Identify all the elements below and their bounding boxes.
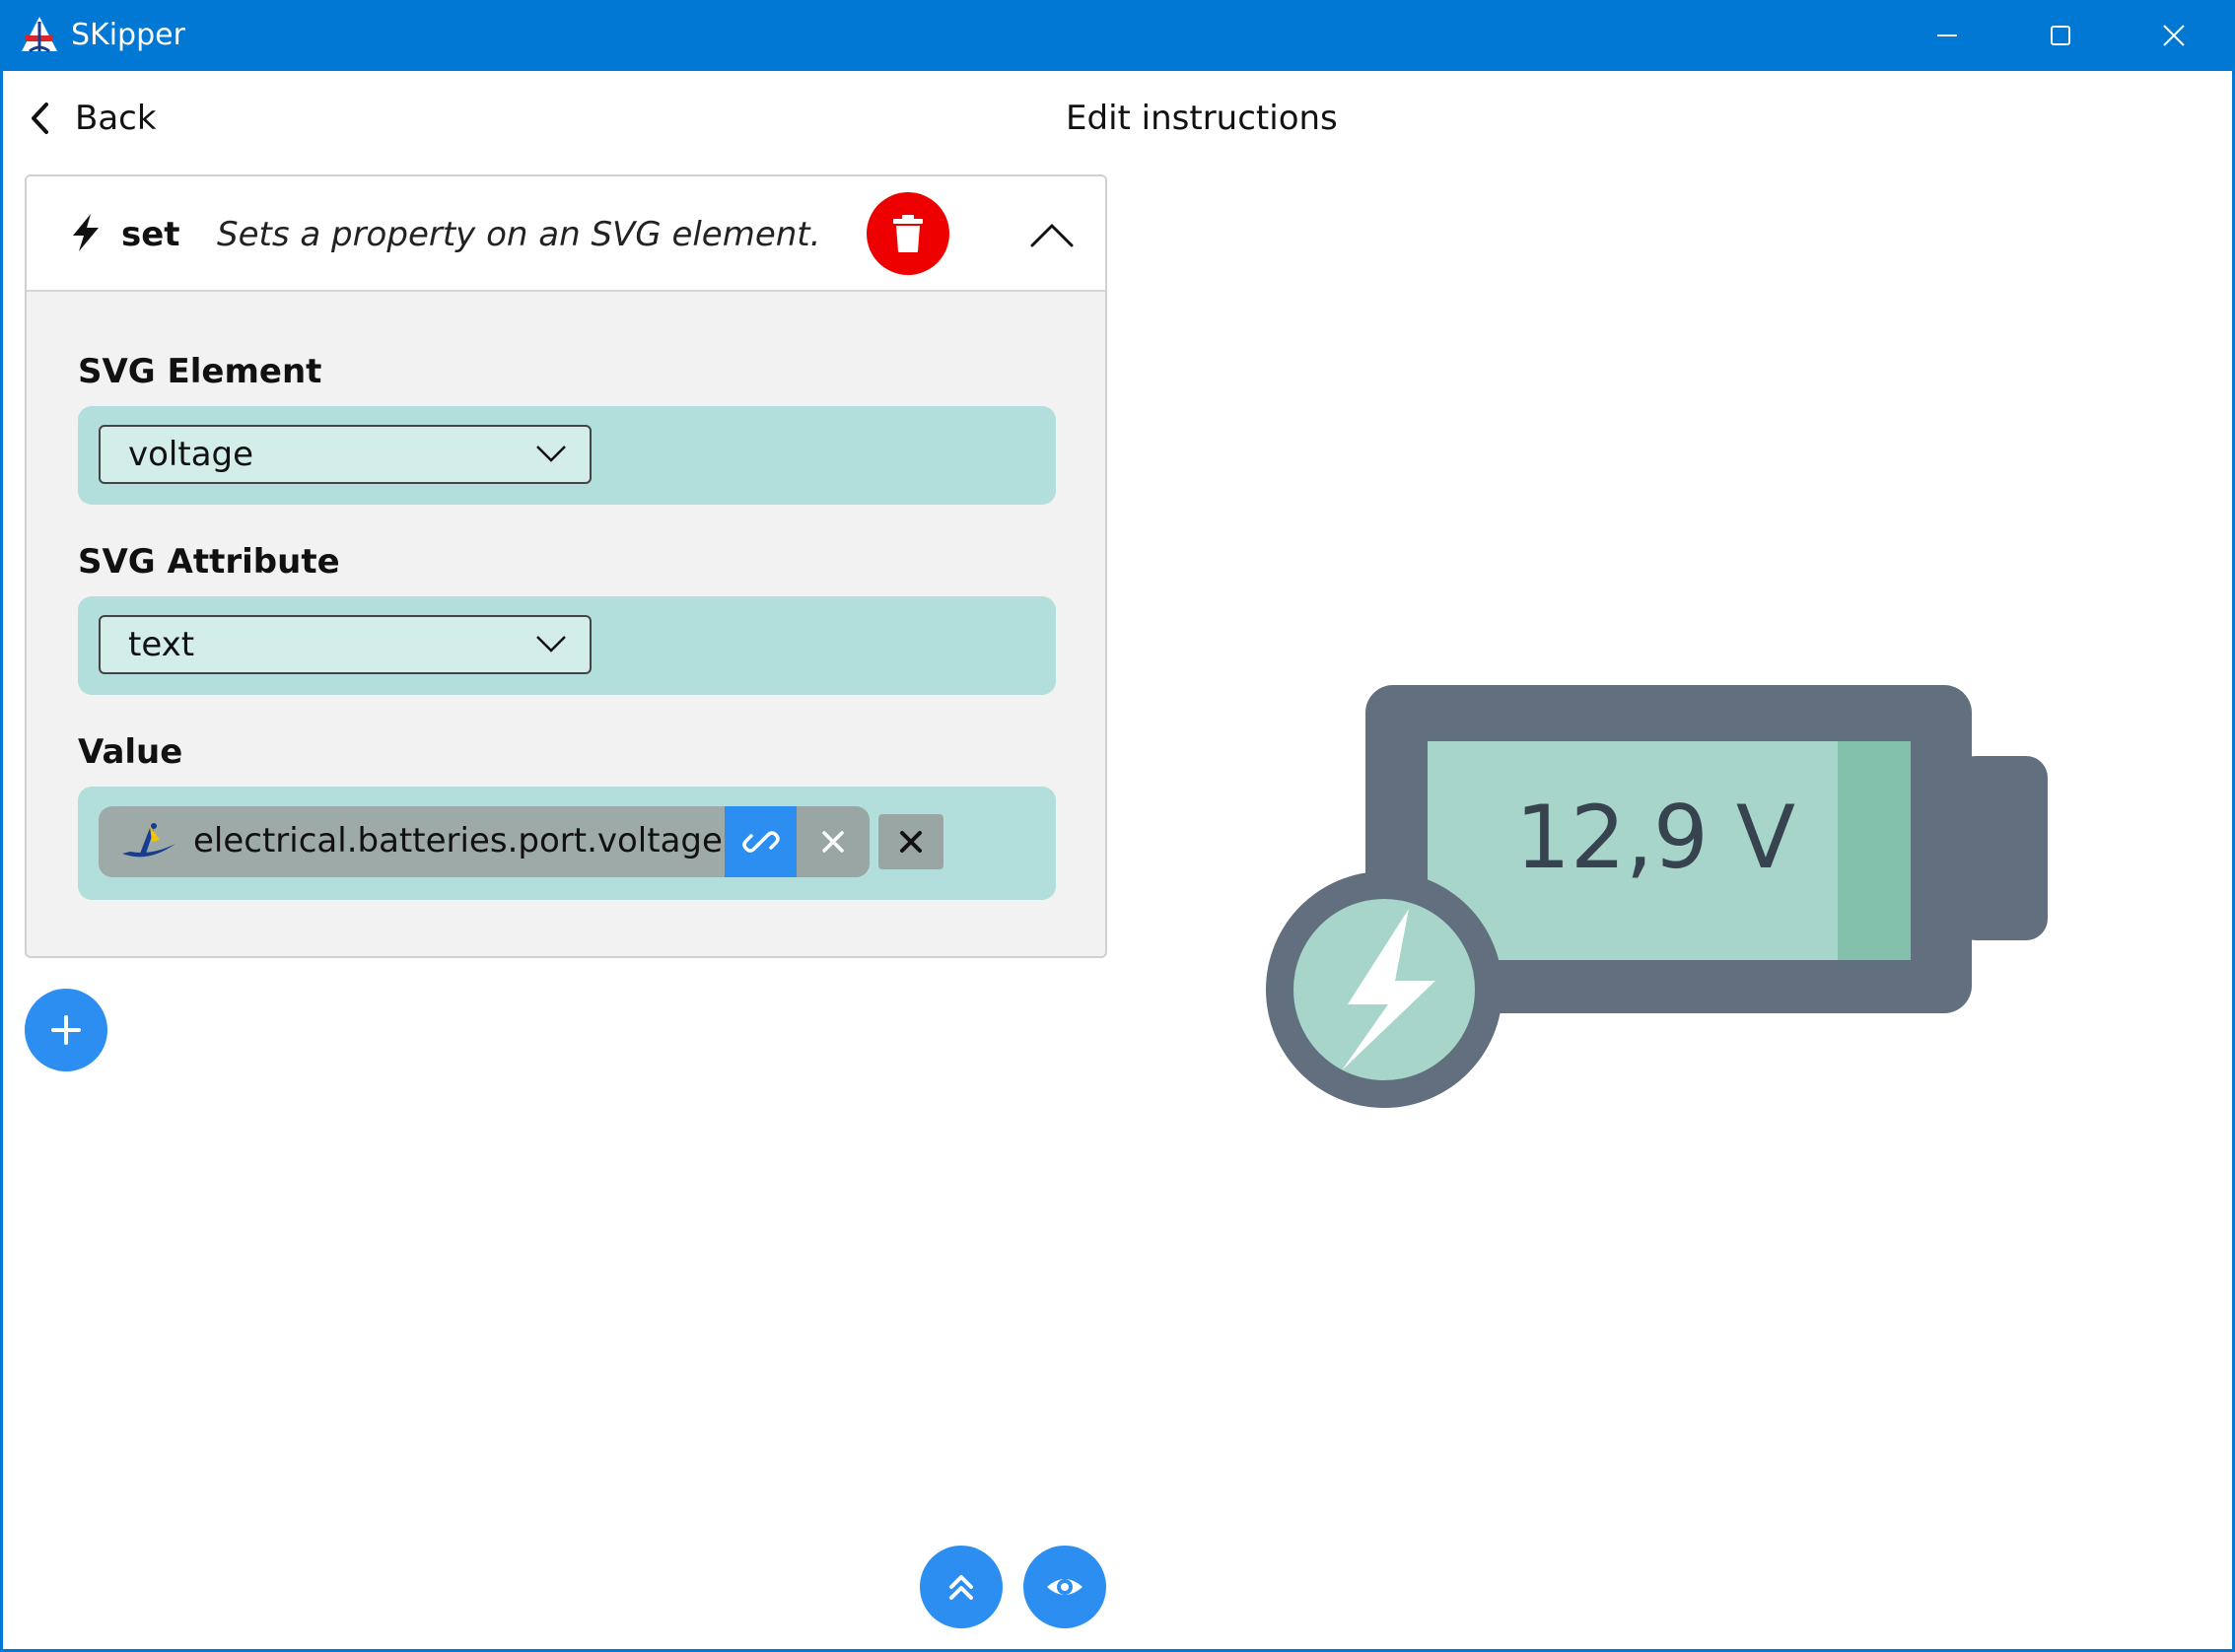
link-icon — [742, 831, 780, 853]
instruction-header[interactable]: set Sets a property on an SVG element. — [27, 176, 1105, 292]
title-bar: SKipper — [0, 0, 2235, 71]
svg-attribute-value: text — [128, 625, 195, 664]
battery-terminal — [1954, 756, 2048, 940]
preview-button[interactable] — [1023, 1546, 1106, 1628]
minimize-button[interactable] — [1891, 0, 2004, 71]
maximize-icon — [2051, 26, 2070, 45]
chevron-up-icon[interactable] — [1022, 216, 1082, 255]
value-field: electrical.batteries.port.voltage — [78, 787, 1056, 900]
page-title: Edit instructions — [1066, 99, 1338, 138]
back-label: Back — [75, 99, 157, 138]
app-title: SKipper — [71, 18, 185, 52]
maximize-button[interactable] — [2004, 0, 2118, 71]
chevron-down-icon — [536, 636, 566, 653]
eye-icon — [1047, 1579, 1083, 1595]
app-logo — [22, 17, 57, 53]
instruction-name: set — [121, 215, 180, 254]
plus-icon — [51, 1015, 81, 1045]
chevron-left-icon — [32, 103, 48, 134]
minimize-icon — [1937, 34, 1957, 36]
svg-element-field: voltage — [78, 406, 1056, 505]
scroll-to-top-button[interactable] — [920, 1546, 1003, 1628]
instruction-card: set Sets a property on an SVG element. S… — [25, 174, 1107, 958]
close-button[interactable] — [2118, 0, 2231, 71]
battery-preview — [1266, 685, 2048, 1108]
value-label: Value — [78, 732, 183, 772]
svg-element-select[interactable]: voltage — [99, 425, 592, 484]
link-button[interactable] — [725, 806, 797, 877]
svg-attribute-label: SVG Attribute — [78, 542, 340, 582]
trash-icon — [893, 215, 923, 252]
close-icon — [822, 831, 844, 853]
svg-attribute-select[interactable]: text — [99, 615, 592, 674]
path-label: electrical.batteries.port.voltage — [193, 821, 723, 860]
svg-attribute-field: text — [78, 596, 1056, 695]
double-chevron-up-icon — [949, 1575, 973, 1600]
signalk-icon — [122, 823, 175, 858]
remove-path-button[interactable] — [797, 806, 870, 877]
clear-value-button[interactable] — [878, 814, 943, 869]
delete-instruction-button[interactable] — [867, 192, 949, 275]
bolt-icon — [73, 214, 99, 251]
chevron-down-icon — [536, 446, 566, 462]
add-instruction-button[interactable] — [25, 989, 107, 1071]
svg-element-label: SVG Element — [78, 352, 322, 391]
back-button[interactable]: Back — [30, 97, 157, 140]
path-chip[interactable]: electrical.batteries.port.voltage — [99, 806, 870, 877]
instruction-description: Sets a property on an SVG element. — [217, 215, 821, 254]
close-icon — [2163, 25, 2185, 46]
voltage-readout: 12,9 V — [1514, 787, 1796, 888]
svg-element-value: voltage — [128, 435, 254, 474]
close-icon — [900, 831, 922, 853]
